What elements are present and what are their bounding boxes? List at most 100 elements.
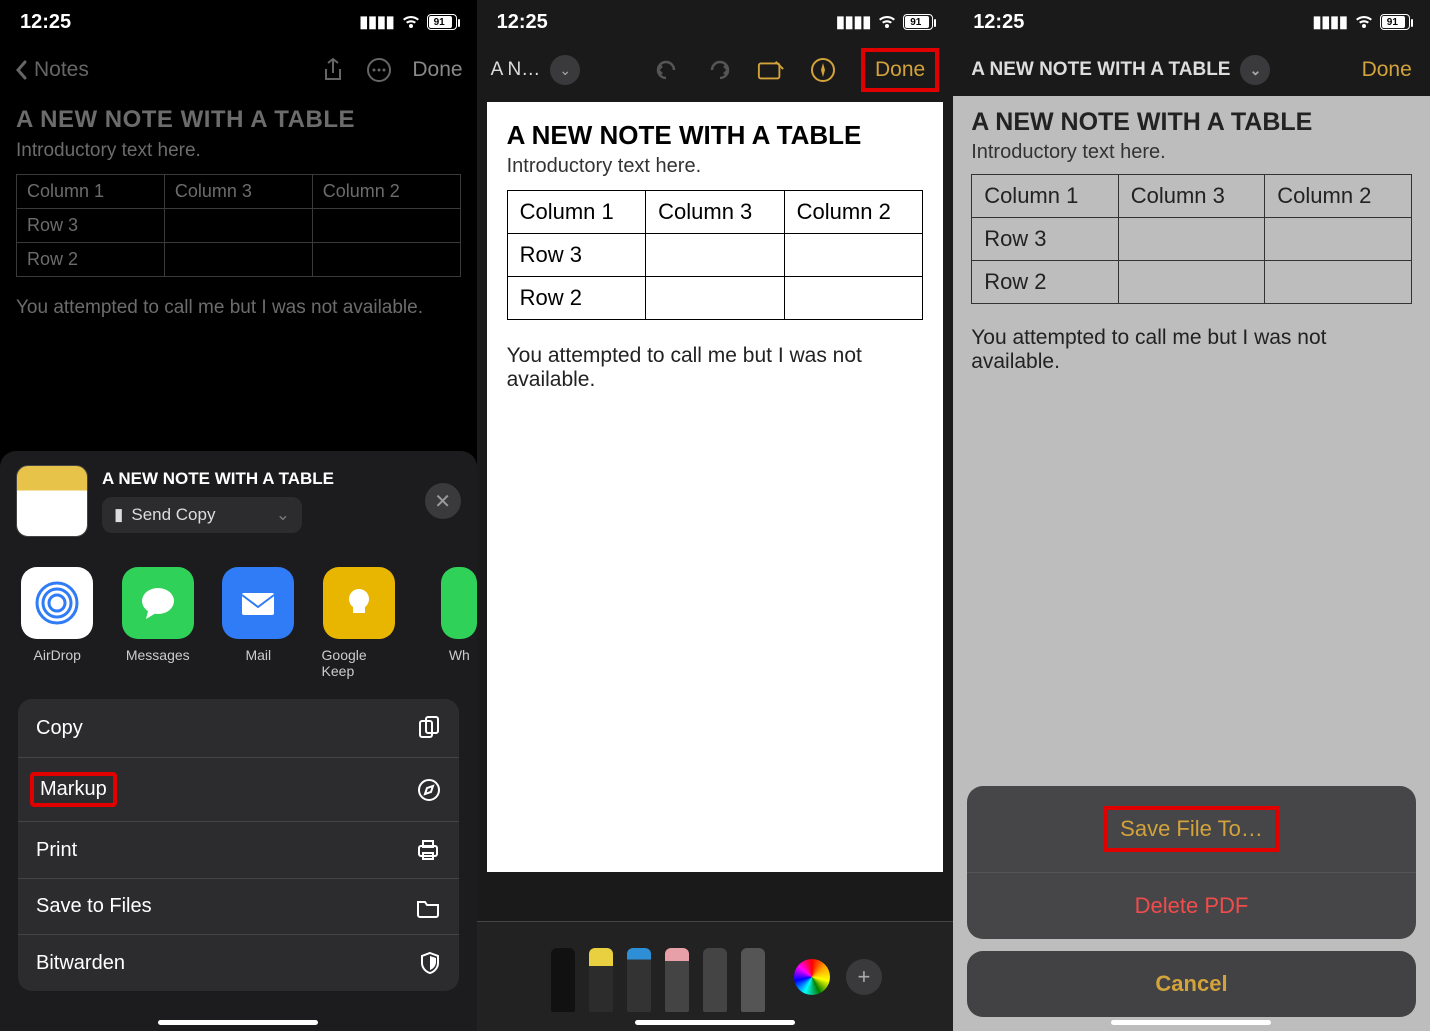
share-apps-row[interactable]: AirDrop Messages Mail Google Keep — [0, 551, 477, 699]
shield-icon — [419, 951, 441, 975]
folder-icon — [415, 896, 441, 918]
action-copy[interactable]: Copy — [18, 699, 459, 758]
app-airdrop[interactable]: AirDrop — [20, 567, 95, 679]
table-row: Row 2 — [972, 261, 1412, 304]
table-row: Row 2 — [507, 277, 923, 320]
action-savefiles[interactable]: Save to Files — [18, 879, 459, 935]
status-time: 12:25 — [497, 11, 548, 34]
color-picker-icon[interactable] — [794, 959, 830, 995]
save-file-to-button[interactable]: Save File To… — [967, 786, 1416, 873]
add-shape-icon[interactable] — [757, 56, 785, 84]
share-icon[interactable] — [320, 57, 346, 83]
action-sheet: Save File To… Delete PDF Cancel — [967, 786, 1416, 1017]
note-title: A NEW NOTE WITH A TABLE — [16, 106, 461, 134]
status-time: 12:25 — [973, 11, 1024, 34]
note-body: You attempted to call me but I was not a… — [971, 326, 1412, 374]
home-indicator[interactable] — [158, 1020, 318, 1025]
done-button[interactable]: Done — [412, 58, 462, 82]
done-highlighted[interactable]: Done — [861, 48, 939, 92]
markup-toolbar: + — [477, 921, 954, 1031]
note-table: Column 1 Column 3 Column 2 Row 3 Row 2 — [507, 190, 924, 320]
status-bar: 12:25 ▮▮▮▮ 91 — [477, 0, 954, 44]
note-intro: Introductory text here. — [971, 141, 1412, 164]
add-button[interactable]: + — [846, 959, 882, 995]
tool-lasso[interactable] — [700, 942, 730, 1012]
markup-icon — [417, 778, 441, 802]
chevron-down-icon[interactable]: ⌄ — [1240, 55, 1270, 85]
done-button[interactable]: Done — [1362, 58, 1412, 82]
tool-eraser[interactable] — [662, 942, 692, 1012]
cancel-button[interactable]: Cancel — [967, 951, 1416, 1017]
wifi-icon — [1354, 14, 1374, 30]
note-body: You attempted to call me but I was not a… — [507, 344, 924, 392]
app-messages[interactable]: Messages — [121, 567, 196, 679]
note-title: A NEW NOTE WITH A TABLE — [507, 120, 924, 151]
table-row: Row 2 — [17, 243, 461, 277]
wifi-icon — [401, 14, 421, 30]
action-markup[interactable]: Markup — [18, 758, 459, 822]
app-mail[interactable]: Mail — [221, 567, 296, 679]
table-row: Row 3 — [507, 234, 923, 277]
send-copy-button[interactable]: ▮ Send Copy ⌄ — [102, 497, 302, 533]
note-content-dimmed: A NEW NOTE WITH A TABLE Introductory tex… — [953, 96, 1430, 386]
note-table: Column 1 Column 3 Column 2 Row 3 Row 2 — [971, 174, 1412, 304]
table-row: Row 3 — [972, 218, 1412, 261]
nav-bar: Notes Done — [0, 44, 477, 96]
tool-highlighter[interactable] — [586, 942, 616, 1012]
chevron-updown-icon: ⌄ — [276, 505, 290, 525]
note-intro: Introductory text here. — [16, 140, 461, 162]
battery-icon: 91 — [1380, 14, 1410, 30]
action-print[interactable]: Print — [18, 822, 459, 879]
sheet-title: A NEW NOTE WITH A TABLE — [102, 469, 411, 489]
share-actions-list: Copy Markup Print Save to Files — [18, 699, 459, 991]
delete-pdf-button[interactable]: Delete PDF — [967, 873, 1416, 939]
nav-title[interactable]: A NEW NOTE WITH A TABLE ⌄ — [971, 55, 1270, 85]
tool-ruler[interactable] — [738, 942, 768, 1012]
battery-icon: 91 — [427, 14, 457, 30]
redo-icon[interactable] — [705, 56, 733, 84]
wifi-icon — [877, 14, 897, 30]
home-indicator[interactable] — [1111, 1020, 1271, 1025]
signal-icon: ▮▮▮▮ — [836, 12, 871, 32]
markup-nav: A N… ⌄ Done — [477, 44, 954, 96]
note-intro: Introductory text here. — [507, 155, 924, 178]
back-label: Notes — [34, 58, 89, 82]
action-bitwarden[interactable]: Bitwarden — [18, 935, 459, 991]
note-content-dimmed: A NEW NOTE WITH A TABLE Introductory tex… — [0, 96, 477, 329]
markup-tool-icon[interactable] — [809, 56, 837, 84]
screen-save-pdf: 12:25 ▮▮▮▮ 91 A NEW NOTE WITH A TABLE ⌄ … — [953, 0, 1430, 1031]
tool-pen[interactable] — [548, 942, 578, 1012]
app-whatsapp[interactable]: Wh — [422, 567, 477, 679]
table-row: Column 1 Column 3 Column 2 — [507, 191, 923, 234]
document-icon: ▮ — [114, 505, 123, 525]
signal-icon: ▮▮▮▮ — [1313, 12, 1348, 32]
table-row: Column 1 Column 3 Column 2 — [17, 175, 461, 209]
print-icon — [415, 838, 441, 862]
back-button[interactable]: Notes — [14, 58, 89, 82]
screen-markup: 12:25 ▮▮▮▮ 91 A N… ⌄ — [477, 0, 954, 1031]
battery-icon: 91 — [903, 14, 933, 30]
nav-title[interactable]: A N… ⌄ — [491, 55, 581, 85]
status-bar: 12:25 ▮▮▮▮ 91 — [953, 0, 1430, 44]
close-icon[interactable]: ✕ — [425, 483, 461, 519]
table-row: Column 1 Column 3 Column 2 — [972, 175, 1412, 218]
tool-pencil[interactable] — [624, 942, 654, 1012]
chevron-down-icon[interactable]: ⌄ — [550, 55, 580, 85]
share-sheet: A NEW NOTE WITH A TABLE ▮ Send Copy ⌄ ✕ … — [0, 451, 477, 1031]
status-bar: 12:25 ▮▮▮▮ 91 — [0, 0, 477, 44]
signal-icon: ▮▮▮▮ — [359, 12, 394, 32]
markup-canvas[interactable]: A NEW NOTE WITH A TABLE Introductory tex… — [487, 102, 944, 872]
screen-share-sheet: 12:25 ▮▮▮▮ 91 Notes Done A — [0, 0, 477, 1031]
app-googlekeep[interactable]: Google Keep — [322, 567, 397, 679]
home-indicator[interactable] — [635, 1020, 795, 1025]
note-thumbnail-icon — [16, 465, 88, 537]
table-row: Row 3 — [17, 209, 461, 243]
undo-icon[interactable] — [653, 56, 681, 84]
note-title: A NEW NOTE WITH A TABLE — [971, 108, 1412, 137]
copy-icon — [417, 715, 441, 741]
nav-bar: A NEW NOTE WITH A TABLE ⌄ Done — [953, 44, 1430, 96]
more-icon[interactable] — [366, 57, 392, 83]
note-table: Column 1 Column 3 Column 2 Row 3 Row 2 — [16, 174, 461, 277]
note-body: You attempted to call me but I was not a… — [16, 297, 461, 319]
status-time: 12:25 — [20, 11, 71, 34]
